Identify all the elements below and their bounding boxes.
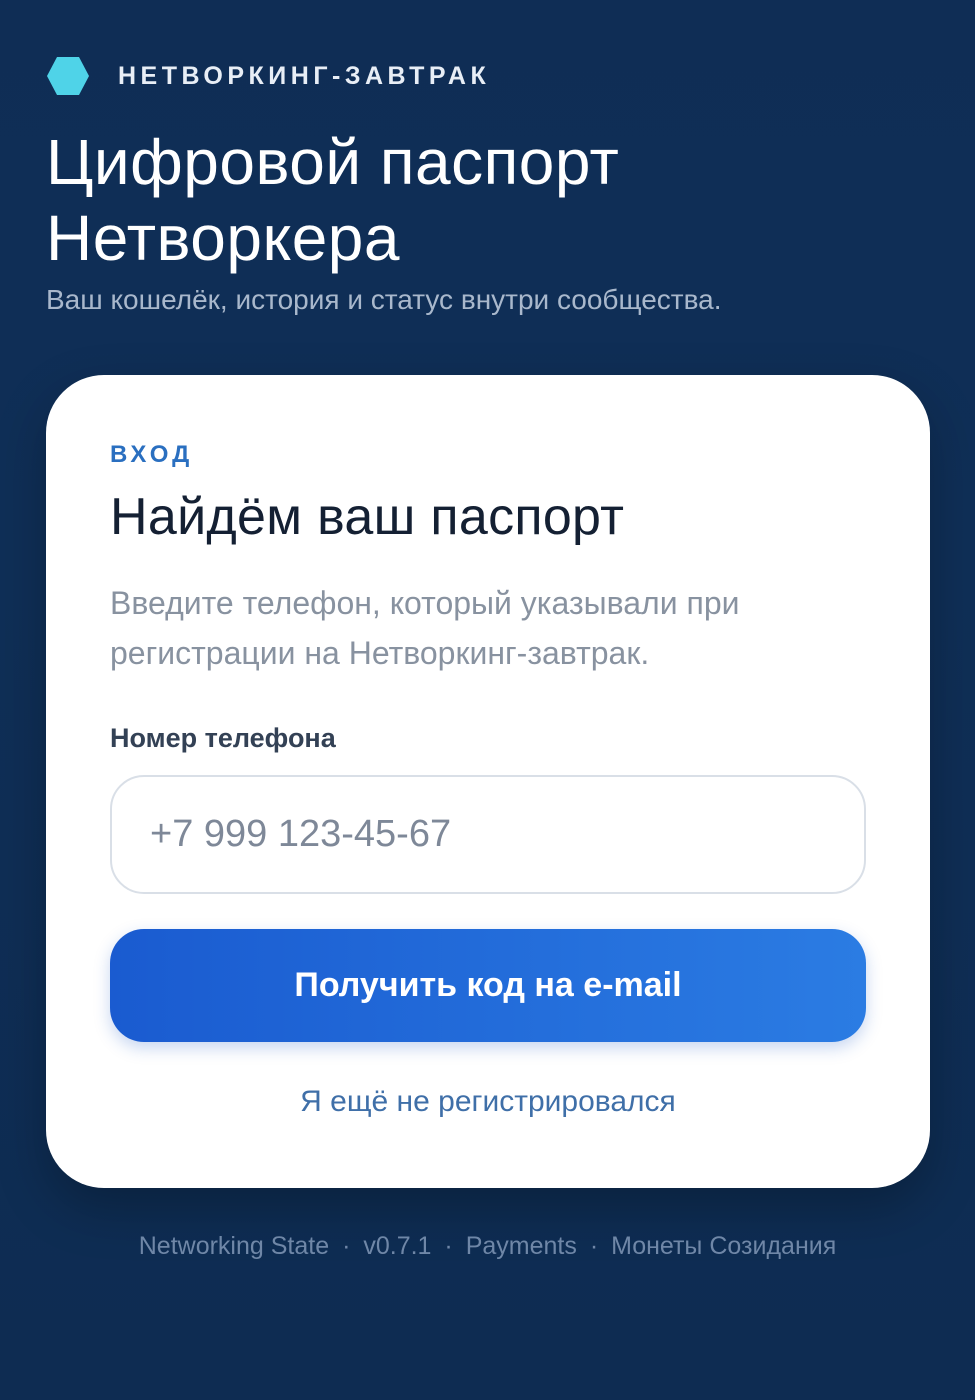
- hexagon-logo-icon: [47, 57, 89, 95]
- page-title-line-1: Цифровой паспорт: [46, 126, 620, 198]
- page-subtitle: Ваш кошелёк, история и статус внутри соо…: [46, 284, 722, 315]
- page-title-line-2: Нетворкера: [46, 202, 400, 274]
- footer-separator: ·: [444, 1232, 453, 1260]
- phone-field-label: Номер телефона: [110, 723, 336, 753]
- footer-version: v0.7.1: [363, 1232, 432, 1260]
- footer-coins: Монеты Созидания: [611, 1232, 837, 1260]
- phone-input[interactable]: [110, 775, 866, 894]
- login-card: ВХОД Найдём ваш паспорт Введите телефон,…: [46, 375, 930, 1188]
- brand-name: НЕТВОРКИНГ-ЗАВТРАК: [118, 61, 491, 90]
- card-eyebrow: ВХОД: [110, 441, 194, 468]
- footer-separator: ·: [342, 1232, 351, 1260]
- footer-app-name: Networking State: [138, 1232, 330, 1260]
- footer-payments: Payments: [465, 1232, 577, 1260]
- card-title: Найдём ваш паспорт: [110, 488, 625, 546]
- footer-separator: ·: [589, 1232, 599, 1260]
- footer: Networking State · v0.7.1 · Payments · М…: [0, 1232, 975, 1261]
- register-link[interactable]: Я ещё не регистрировался: [46, 1085, 930, 1119]
- card-description: Введите телефон, который указывали при р…: [110, 585, 740, 671]
- get-code-button[interactable]: Получить код на e-mail: [110, 929, 866, 1042]
- brand-header: НЕТВОРКИНГ-ЗАВТРАК: [46, 56, 490, 96]
- page-title: Цифровой паспорт Нетворкера: [46, 124, 926, 276]
